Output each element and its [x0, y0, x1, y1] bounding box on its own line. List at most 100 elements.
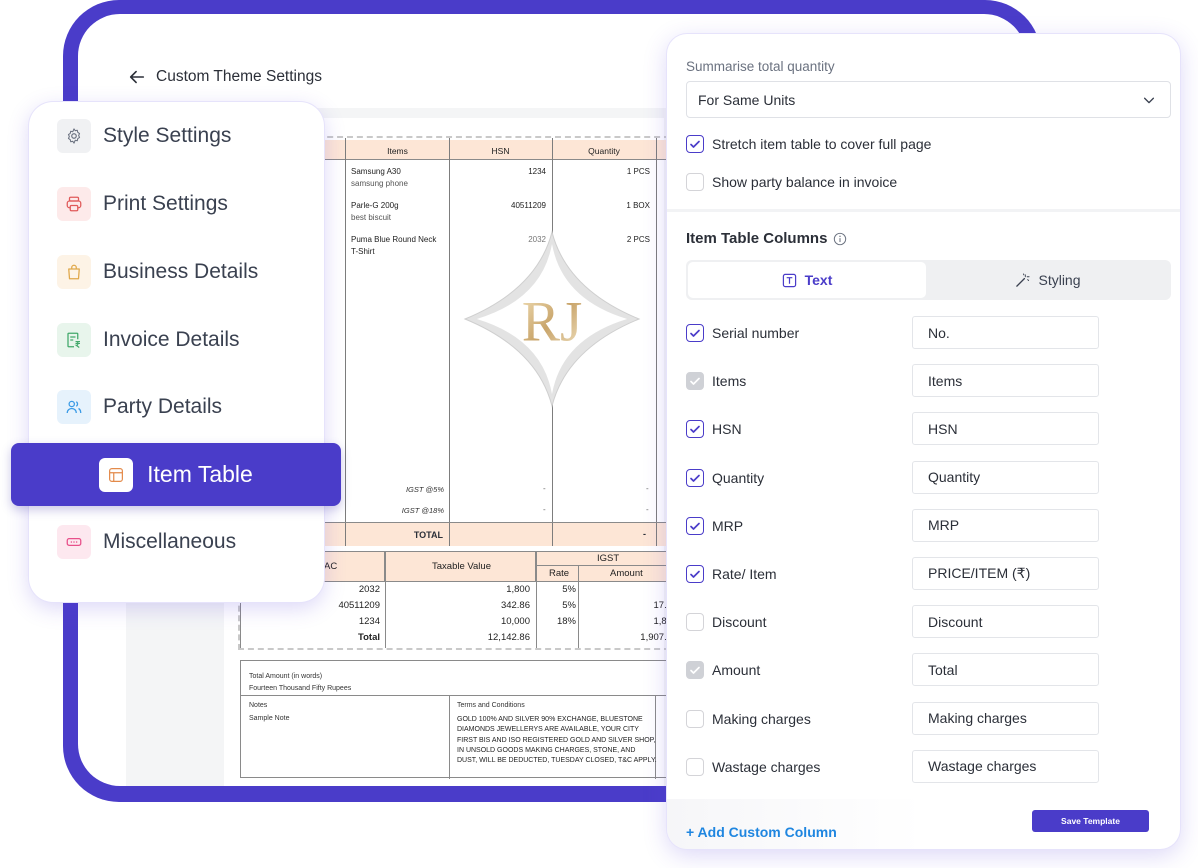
column-checkbox[interactable] [686, 613, 704, 632]
tax-row-taxable: 1,800 [506, 584, 530, 595]
column-checkbox[interactable] [686, 516, 704, 535]
column-label-input[interactable] [912, 605, 1099, 639]
tax-col-taxable: Taxable Value [432, 561, 491, 572]
column-divider [345, 138, 346, 544]
item-name: Parle-G 200g [351, 201, 399, 210]
summarise-quantity-label: Summarise total quantity [686, 59, 835, 74]
sidebar-item-style-settings[interactable]: Style Settings [57, 119, 231, 153]
check-icon [690, 377, 700, 386]
column-label-input[interactable] [912, 412, 1099, 446]
column-toggle[interactable]: Making charges [686, 709, 811, 728]
back-navigation[interactable]: Custom Theme Settings [128, 68, 322, 86]
item-hsn: 40511209 [511, 201, 546, 210]
check-icon [690, 667, 700, 675]
sidebar-item-label: Invoice Details [103, 328, 240, 351]
column-checkbox [686, 372, 704, 391]
sidebar-item-label: Item Table [147, 461, 253, 487]
gear-icon [57, 119, 91, 153]
tax-line-value: - [543, 505, 546, 514]
stretch-table-label: Stretch item table to cover full page [712, 136, 932, 152]
add-custom-column-link[interactable]: + Add Custom Column [686, 824, 837, 840]
column-divider [449, 523, 450, 546]
column-checkbox[interactable] [686, 324, 704, 342]
column-divider [656, 138, 657, 544]
heading-text: Item Table Columns [686, 230, 828, 247]
column-checkbox[interactable] [686, 709, 704, 728]
sidebar-item-invoice-details[interactable]: Invoice Details [57, 323, 240, 357]
column-label-input[interactable] [912, 316, 1099, 349]
column-toggle[interactable]: Serial number [686, 324, 799, 342]
terms-label: Terms and Conditions [457, 702, 525, 709]
column-label-input[interactable] [912, 508, 1099, 542]
check-icon [690, 474, 700, 482]
column-label-input[interactable] [912, 653, 1099, 687]
tax-row-rate: 18% [556, 616, 576, 627]
magic-wand-icon [1016, 272, 1031, 287]
column-toggle[interactable]: HSN [686, 420, 742, 439]
tab-styling-label: Styling [1038, 272, 1081, 288]
tab-styling[interactable]: Styling [929, 262, 1167, 298]
column-toggle[interactable]: Wastage charges [686, 757, 820, 776]
check-icon [690, 140, 700, 148]
column-checkbox[interactable] [686, 468, 704, 487]
tab-text[interactable]: Text [688, 262, 926, 298]
column-name: MRP [712, 517, 744, 534]
save-template-button[interactable]: Save Template [1032, 810, 1149, 832]
watermark-text: RJ [522, 291, 583, 354]
info-icon[interactable] [833, 232, 847, 246]
column-name: Discount [712, 614, 767, 631]
item-row: Parle-G 200g best biscuit [351, 200, 446, 224]
item-table-settings-panel: Summarise total quantity For Same Units … [667, 34, 1180, 849]
total-value: - [643, 529, 646, 539]
section-divider [667, 209, 1180, 212]
item-table-columns-heading: Item Table Columns [686, 230, 847, 247]
column-toggle[interactable]: Items [686, 372, 746, 391]
column-toggle[interactable]: Rate/ Item [686, 565, 777, 583]
tax-total-amount: 1,907.1 [640, 632, 672, 643]
tax-col-amount: Amount [610, 568, 643, 579]
item-description: T-Shirt [351, 247, 375, 256]
users-icon [57, 390, 91, 424]
column-label-input[interactable] [912, 701, 1099, 735]
column-label-input[interactable] [912, 364, 1099, 398]
tax-row-rate: 5% [562, 600, 576, 611]
header-quantity: Quantity [588, 146, 620, 156]
sidebar-item-party-details[interactable]: Party Details [57, 390, 222, 424]
check-icon [690, 570, 700, 578]
terms-text: GOLD 100% AND SILVER 90% EXCHANGE, BLUES… [457, 716, 657, 765]
column-checkbox[interactable] [686, 420, 704, 439]
tax-col-igst: IGST [597, 553, 620, 564]
column-toggle[interactable]: MRP [686, 516, 744, 535]
column-divider [385, 582, 386, 648]
party-balance-option[interactable]: Show party balance in invoice [686, 173, 897, 191]
column-name: HSN [712, 421, 742, 438]
column-checkbox[interactable] [686, 757, 704, 776]
column-label-input[interactable] [912, 749, 1099, 783]
sidebar-item-label: Style Settings [103, 124, 232, 147]
column-toggle[interactable]: Discount [686, 613, 767, 632]
sidebar-item-item-table[interactable]: Item Table [11, 443, 341, 506]
column-checkbox[interactable] [686, 565, 704, 583]
text-icon [782, 273, 796, 287]
column-name: Quantity [712, 469, 765, 486]
sidebar-item-miscellaneous[interactable]: Miscellaneous [57, 525, 236, 559]
tax-row-taxable: 342.86 [500, 600, 530, 611]
sidebar-item-business-details[interactable]: Business Details [57, 255, 258, 289]
party-balance-checkbox[interactable] [686, 173, 704, 191]
summarise-quantity-value: For Same Units [698, 91, 796, 108]
header-items: Items [387, 146, 408, 156]
arrow-left-icon[interactable] [128, 68, 146, 86]
column-label-input[interactable] [912, 557, 1099, 590]
summarise-quantity-select[interactable]: For Same Units [686, 81, 1171, 118]
sidebar-item-label: Miscellaneous [103, 530, 237, 553]
column-toggle[interactable]: Amount [686, 661, 760, 680]
sidebar-item-print-settings[interactable]: Print Settings [57, 187, 228, 221]
item-description: best biscuit [351, 213, 392, 222]
column-toggle[interactable]: Quantity [686, 468, 765, 487]
column-setting-row: HSN [686, 412, 1106, 446]
stretch-table-checkbox[interactable] [686, 135, 704, 153]
column-label-input[interactable] [912, 460, 1099, 494]
column-setting-row: Amount [686, 653, 1106, 687]
stretch-table-option[interactable]: Stretch item table to cover full page [686, 135, 931, 153]
item-quantity: 1 PCS [626, 167, 650, 176]
